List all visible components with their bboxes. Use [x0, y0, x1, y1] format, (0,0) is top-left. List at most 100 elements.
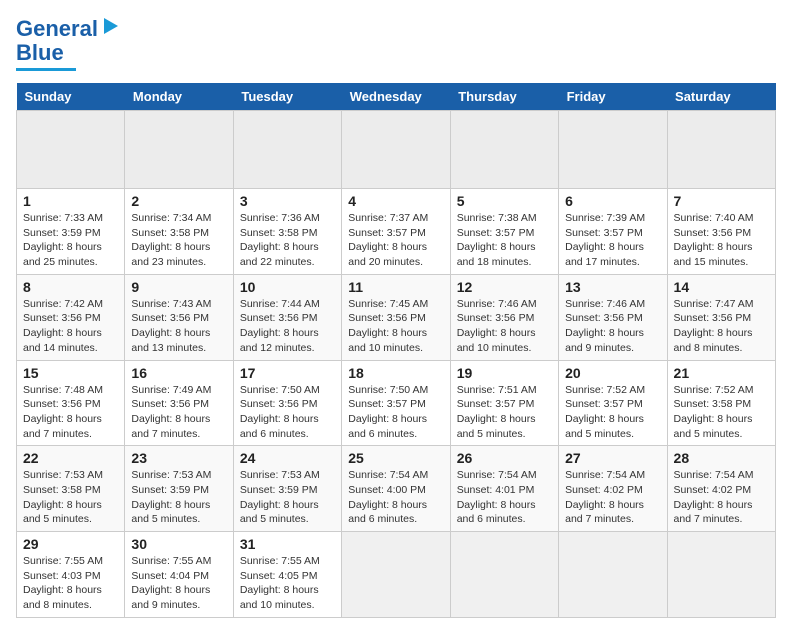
day-info: Sunrise: 7:53 AM Sunset: 3:59 PM Dayligh…: [131, 468, 226, 527]
day-number: 11: [348, 279, 443, 295]
day-cell: [17, 111, 125, 189]
col-header-sunday: Sunday: [17, 83, 125, 111]
day-number: 24: [240, 450, 335, 466]
day-number: 25: [348, 450, 443, 466]
week-row-3: 15 Sunrise: 7:48 AM Sunset: 3:56 PM Dayli…: [17, 360, 776, 446]
day-number: 18: [348, 365, 443, 381]
day-cell: 15 Sunrise: 7:48 AM Sunset: 3:56 PM Dayli…: [17, 360, 125, 446]
day-info: Sunrise: 7:54 AM Sunset: 4:02 PM Dayligh…: [565, 468, 660, 527]
day-info: Sunrise: 7:39 AM Sunset: 3:57 PM Dayligh…: [565, 211, 660, 270]
day-info: Sunrise: 7:55 AM Sunset: 4:05 PM Dayligh…: [240, 554, 335, 613]
col-header-friday: Friday: [559, 83, 667, 111]
day-info: Sunrise: 7:43 AM Sunset: 3:56 PM Dayligh…: [131, 297, 226, 356]
day-number: 19: [457, 365, 552, 381]
day-number: 6: [565, 193, 660, 209]
col-header-tuesday: Tuesday: [233, 83, 341, 111]
day-info: Sunrise: 7:48 AM Sunset: 3:56 PM Dayligh…: [23, 383, 118, 442]
day-cell: [667, 111, 775, 189]
day-number: 5: [457, 193, 552, 209]
day-cell: 11 Sunrise: 7:45 AM Sunset: 3:56 PM Dayli…: [342, 274, 450, 360]
week-row-2: 8 Sunrise: 7:42 AM Sunset: 3:56 PM Daylig…: [17, 274, 776, 360]
day-info: Sunrise: 7:53 AM Sunset: 3:58 PM Dayligh…: [23, 468, 118, 527]
day-info: Sunrise: 7:52 AM Sunset: 3:57 PM Dayligh…: [565, 383, 660, 442]
logo-text: General: [16, 16, 98, 42]
day-info: Sunrise: 7:51 AM Sunset: 3:57 PM Dayligh…: [457, 383, 552, 442]
day-cell: 24 Sunrise: 7:53 AM Sunset: 3:59 PM Dayli…: [233, 446, 341, 532]
col-header-monday: Monday: [125, 83, 233, 111]
day-cell: [450, 532, 558, 618]
day-number: 8: [23, 279, 118, 295]
day-cell: 2 Sunrise: 7:34 AM Sunset: 3:58 PM Daylig…: [125, 189, 233, 275]
day-number: 14: [674, 279, 769, 295]
day-number: 15: [23, 365, 118, 381]
day-info: Sunrise: 7:49 AM Sunset: 3:56 PM Dayligh…: [131, 383, 226, 442]
day-number: 13: [565, 279, 660, 295]
day-number: 30: [131, 536, 226, 552]
col-header-thursday: Thursday: [450, 83, 558, 111]
day-cell: 22Sunrise: 7:53 AM Sunset: 3:58 PM Dayli…: [17, 446, 125, 532]
day-cell: 16 Sunrise: 7:49 AM Sunset: 3:56 PM Dayli…: [125, 360, 233, 446]
week-row-0: [17, 111, 776, 189]
day-cell: 23 Sunrise: 7:53 AM Sunset: 3:59 PM Dayli…: [125, 446, 233, 532]
day-cell: 13 Sunrise: 7:46 AM Sunset: 3:56 PM Dayli…: [559, 274, 667, 360]
logo-blue-text: Blue: [16, 40, 64, 66]
day-number: 16: [131, 365, 226, 381]
week-row-1: 1Sunrise: 7:33 AM Sunset: 3:59 PM Daylig…: [17, 189, 776, 275]
day-info: Sunrise: 7:55 AM Sunset: 4:03 PM Dayligh…: [23, 554, 118, 613]
day-cell: 10Sunrise: 7:44 AM Sunset: 3:56 PM Dayli…: [233, 274, 341, 360]
day-cell: 30Sunrise: 7:55 AM Sunset: 4:04 PM Dayli…: [125, 532, 233, 618]
day-cell: [233, 111, 341, 189]
day-number: 23: [131, 450, 226, 466]
day-cell: 17Sunrise: 7:50 AM Sunset: 3:56 PM Dayli…: [233, 360, 341, 446]
week-row-5: 29 Sunrise: 7:55 AM Sunset: 4:03 PM Dayli…: [17, 532, 776, 618]
day-cell: [342, 111, 450, 189]
day-cell: [342, 532, 450, 618]
day-cell: 1Sunrise: 7:33 AM Sunset: 3:59 PM Daylig…: [17, 189, 125, 275]
day-cell: 28Sunrise: 7:54 AM Sunset: 4:02 PM Dayli…: [667, 446, 775, 532]
page-header: General Blue: [16, 16, 776, 71]
day-info: Sunrise: 7:54 AM Sunset: 4:02 PM Dayligh…: [674, 468, 769, 527]
day-info: Sunrise: 7:47 AM Sunset: 3:56 PM Dayligh…: [674, 297, 769, 356]
day-cell: 7 Sunrise: 7:40 AM Sunset: 3:56 PM Daylig…: [667, 189, 775, 275]
day-info: Sunrise: 7:45 AM Sunset: 3:56 PM Dayligh…: [348, 297, 443, 356]
logo: General Blue: [16, 16, 122, 71]
day-number: 4: [348, 193, 443, 209]
day-number: 29: [23, 536, 118, 552]
day-cell: 19 Sunrise: 7:51 AM Sunset: 3:57 PM Dayli…: [450, 360, 558, 446]
logo-arrow-icon: [100, 16, 122, 38]
day-number: 10: [240, 279, 335, 295]
day-cell: [125, 111, 233, 189]
day-info: Sunrise: 7:46 AM Sunset: 3:56 PM Dayligh…: [457, 297, 552, 356]
header-row: SundayMondayTuesdayWednesdayThursdayFrid…: [17, 83, 776, 111]
day-cell: 14 Sunrise: 7:47 AM Sunset: 3:56 PM Dayli…: [667, 274, 775, 360]
day-info: Sunrise: 7:42 AM Sunset: 3:56 PM Dayligh…: [23, 297, 118, 356]
day-cell: 31Sunrise: 7:55 AM Sunset: 4:05 PM Dayli…: [233, 532, 341, 618]
day-number: 27: [565, 450, 660, 466]
day-cell: 12 Sunrise: 7:46 AM Sunset: 3:56 PM Dayli…: [450, 274, 558, 360]
logo-underline: [16, 68, 76, 71]
day-cell: [667, 532, 775, 618]
day-cell: 6 Sunrise: 7:39 AM Sunset: 3:57 PM Daylig…: [559, 189, 667, 275]
day-info: Sunrise: 7:37 AM Sunset: 3:57 PM Dayligh…: [348, 211, 443, 270]
day-info: Sunrise: 7:53 AM Sunset: 3:59 PM Dayligh…: [240, 468, 335, 527]
day-number: 12: [457, 279, 552, 295]
day-info: Sunrise: 7:40 AM Sunset: 3:56 PM Dayligh…: [674, 211, 769, 270]
day-number: 9: [131, 279, 226, 295]
day-cell: [450, 111, 558, 189]
day-cell: [559, 111, 667, 189]
day-cell: [559, 532, 667, 618]
day-number: 3: [240, 193, 335, 209]
calendar-table: SundayMondayTuesdayWednesdayThursdayFrid…: [16, 83, 776, 618]
day-info: Sunrise: 7:36 AM Sunset: 3:58 PM Dayligh…: [240, 211, 335, 270]
day-number: 21: [674, 365, 769, 381]
day-number: 7: [674, 193, 769, 209]
day-cell: 3 Sunrise: 7:36 AM Sunset: 3:58 PM Daylig…: [233, 189, 341, 275]
day-cell: 21Sunrise: 7:52 AM Sunset: 3:58 PM Dayli…: [667, 360, 775, 446]
day-info: Sunrise: 7:46 AM Sunset: 3:56 PM Dayligh…: [565, 297, 660, 356]
day-cell: 20Sunrise: 7:52 AM Sunset: 3:57 PM Dayli…: [559, 360, 667, 446]
day-info: Sunrise: 7:34 AM Sunset: 3:58 PM Dayligh…: [131, 211, 226, 270]
day-number: 2: [131, 193, 226, 209]
day-cell: 26 Sunrise: 7:54 AM Sunset: 4:01 PM Dayli…: [450, 446, 558, 532]
day-number: 26: [457, 450, 552, 466]
day-info: Sunrise: 7:54 AM Sunset: 4:01 PM Dayligh…: [457, 468, 552, 527]
